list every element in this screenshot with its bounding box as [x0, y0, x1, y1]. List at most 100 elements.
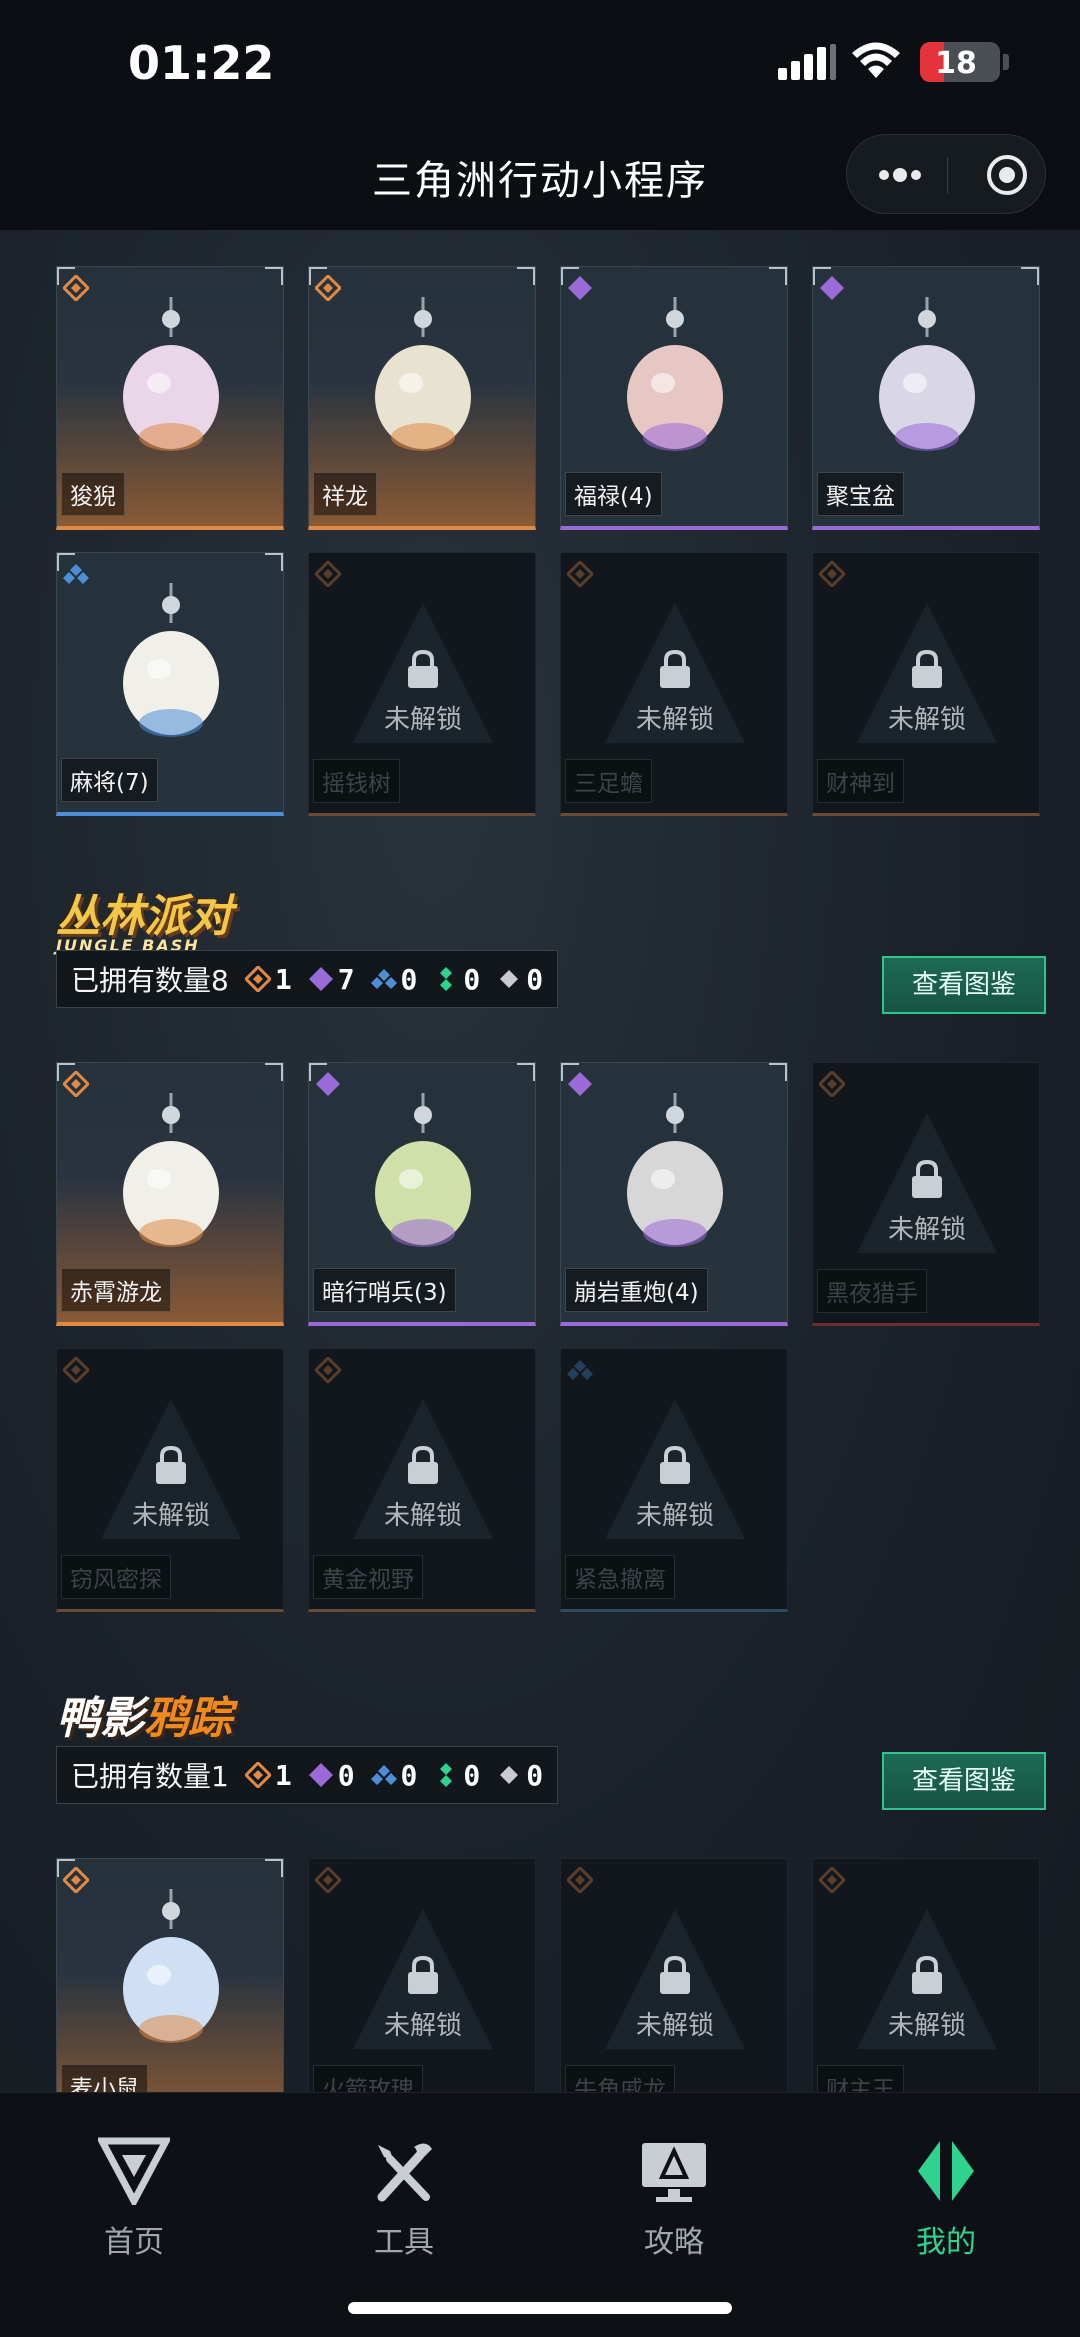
- locked-label: 未解锁: [887, 705, 966, 735]
- item-name: 麻将(7): [61, 758, 158, 802]
- item-name: 三足蟾: [565, 759, 652, 803]
- green-rarity-icon: [440, 1763, 453, 1787]
- lock-icon: [408, 1445, 438, 1484]
- locked-label: 未解锁: [887, 2011, 966, 2041]
- item-name: 紧急撤离: [565, 1555, 675, 1599]
- close-miniprogram-icon[interactable]: [985, 153, 1029, 197]
- orange-rarity-icon: [244, 1762, 271, 1788]
- white-count: 0: [496, 1759, 543, 1792]
- lock-icon: [912, 1159, 942, 1198]
- green-rarity-icon: [440, 967, 453, 991]
- monitor-guide-icon: [642, 2143, 706, 2202]
- view-catalog-button-jungle[interactable]: 查看图鉴: [882, 956, 1046, 1014]
- lock-icon: [408, 649, 438, 688]
- purple-count: 7: [308, 963, 355, 996]
- charm-figure-icon: [123, 1093, 219, 1247]
- lock-icon: [660, 649, 690, 688]
- item-name: 窃风密探: [61, 1555, 171, 1599]
- collection-card-locked[interactable]: 未解锁 窃风密探: [56, 1348, 284, 1612]
- lock-icon: [912, 649, 942, 688]
- view-catalog-button-duck[interactable]: 查看图鉴: [882, 1752, 1046, 1810]
- locked-label: 未解锁: [635, 705, 714, 735]
- tab-profile[interactable]: 我的: [846, 2137, 1046, 2261]
- item-name: 黑夜猎手: [817, 1269, 927, 1313]
- white-count: 0: [496, 963, 543, 996]
- charm-figure-icon: [375, 1093, 471, 1247]
- charm-figure-icon: [627, 297, 723, 451]
- charm-figure-icon: [879, 297, 975, 451]
- lock-icon: [660, 1955, 690, 1994]
- battery-level: 18: [935, 46, 977, 81]
- locked-label: 未解锁: [635, 1501, 714, 1531]
- blue-rarity-icon: [370, 1765, 397, 1785]
- item-name: 狻猊: [61, 472, 125, 516]
- collection-card-locked[interactable]: 未解锁 火箭玫瑰: [308, 1858, 536, 2092]
- orange-count: 1: [244, 1759, 292, 1792]
- collection-card[interactable]: 麻将(7): [56, 552, 284, 816]
- collection-card-locked[interactable]: 未解锁 黄金视野: [308, 1348, 536, 1612]
- collection-scroll-area[interactable]: 狻猊 祥龙 福禄(4) 聚宝盆 麻将(7) 未解锁 摇钱树 未解锁 三足蟾 未解…: [0, 230, 1080, 2092]
- collection-card-locked[interactable]: 未解锁 摇钱树: [308, 552, 536, 816]
- collection-card-locked[interactable]: 未解锁 财神到: [812, 552, 1040, 816]
- rarity-icon: [315, 275, 341, 301]
- rarity-icon: [63, 1867, 89, 1893]
- collection-card[interactable]: 聚宝盆: [812, 266, 1040, 530]
- collection-card[interactable]: 麦小鼠: [56, 1858, 284, 2092]
- miniprogram-capsule: [846, 134, 1046, 214]
- more-options-icon[interactable]: [875, 161, 925, 189]
- tools-icon: [377, 2143, 432, 2202]
- collection-card-locked[interactable]: 未解锁 财主王: [812, 1858, 1040, 2092]
- collection-card[interactable]: 暗行哨兵(3): [308, 1062, 536, 1326]
- locked-label: 未解锁: [383, 2011, 462, 2041]
- item-name: 祥龙: [313, 472, 377, 516]
- tab-guide[interactable]: 攻略: [574, 2137, 774, 2261]
- rarity-icon: [63, 275, 89, 301]
- blue-count: 0: [370, 1759, 417, 1792]
- tab-tools[interactable]: 工具: [304, 2137, 504, 2261]
- item-name: 聚宝盆: [817, 472, 904, 516]
- lock-icon: [156, 1445, 186, 1484]
- duck-crow-logo: 鸭影鸦踪: [56, 1682, 232, 1746]
- rarity-icon: [567, 1360, 593, 1380]
- rarity-icon: [315, 561, 341, 587]
- locked-label: 未解锁: [635, 2011, 714, 2041]
- locked-label: 未解锁: [383, 705, 462, 735]
- collection-card[interactable]: 福禄(4): [560, 266, 788, 530]
- lock-icon: [912, 1955, 942, 1994]
- rarity-icon: [567, 1867, 593, 1893]
- green-count: 0: [433, 1759, 480, 1792]
- rarity-icon: [568, 1072, 592, 1096]
- bottom-tab-bar: 首页 工具 攻略 我的: [0, 2092, 1080, 2337]
- white-rarity-icon: [500, 1766, 519, 1784]
- owned-count-label: 已拥有数量1: [71, 1760, 229, 1793]
- item-name: 牛角戚龙: [565, 2065, 675, 2092]
- charm-figure-icon: [375, 297, 471, 451]
- green-count: 0: [433, 963, 480, 996]
- rarity-icon: [568, 276, 592, 300]
- charm-figure-icon: [123, 297, 219, 451]
- collection-card-locked[interactable]: 未解锁 三足蟾: [560, 552, 788, 816]
- collection-card[interactable]: 崩岩重炮(4): [560, 1062, 788, 1326]
- duck-crow-logo-part2: 鸦踪: [144, 1693, 232, 1744]
- locked-label: 未解锁: [887, 1215, 966, 1245]
- charm-figure-icon: [123, 583, 219, 737]
- collection-card-locked[interactable]: 未解锁 牛角戚龙: [560, 1858, 788, 2092]
- collection-card[interactable]: 赤霄游龙: [56, 1062, 284, 1326]
- lock-icon: [408, 1955, 438, 1994]
- rarity-icon: [63, 1357, 89, 1383]
- rarity-icon: [819, 1071, 845, 1097]
- status-time: 01:22: [128, 36, 275, 90]
- collection-card-locked[interactable]: 未解锁 黑夜猎手: [812, 1062, 1040, 1326]
- tab-home[interactable]: 首页: [34, 2137, 234, 2261]
- battery-icon: 18: [920, 42, 1000, 82]
- orange-count: 1: [244, 963, 292, 996]
- item-name: 暗行哨兵(3): [313, 1268, 456, 1312]
- purple-count: 0: [308, 1759, 355, 1792]
- item-name: 财主王: [817, 2065, 904, 2092]
- owned-count-bar-jungle: 已拥有数量8 1 7 0 0 0: [56, 950, 559, 1008]
- collection-card-locked[interactable]: 未解锁 紧急撤离: [560, 1348, 788, 1612]
- collection-card[interactable]: 祥龙: [308, 266, 536, 530]
- charm-figure-icon: [627, 1093, 723, 1247]
- charm-figure-icon: [123, 1889, 219, 2043]
- collection-card[interactable]: 狻猊: [56, 266, 284, 530]
